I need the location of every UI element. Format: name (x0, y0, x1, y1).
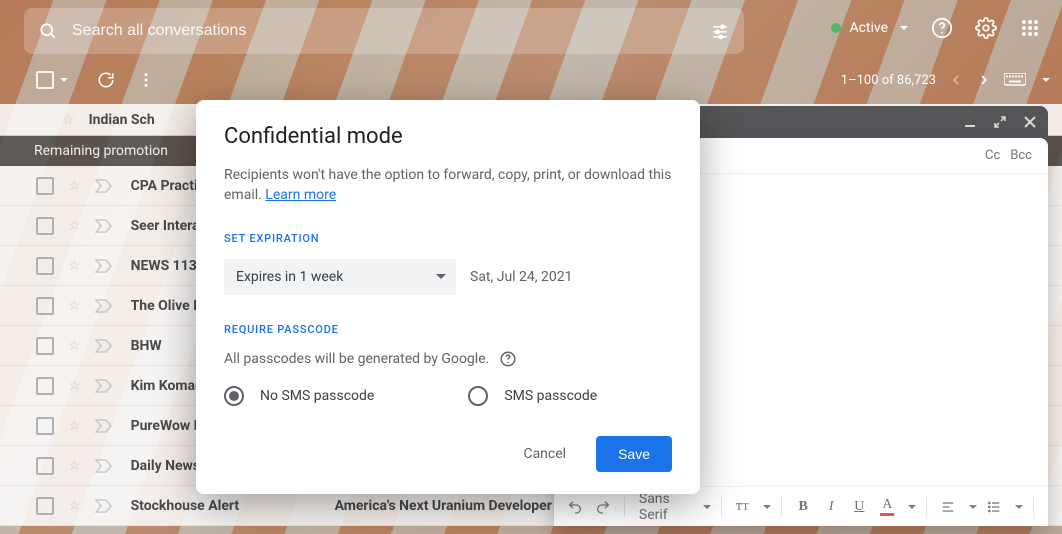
require-passcode-label: REQUIRE PASSCODE (224, 323, 672, 336)
save-button[interactable]: Save (596, 436, 672, 472)
passcode-note: All passcodes will be generated by Googl… (224, 351, 489, 367)
radio-sms-passcode[interactable]: SMS passcode (468, 386, 597, 406)
learn-more-link[interactable]: Learn more (265, 187, 336, 203)
dialog-title: Confidential mode (224, 124, 672, 149)
radio-icon (468, 386, 488, 406)
expiration-value: Expires in 1 week (236, 269, 343, 285)
radio-icon (224, 386, 244, 406)
radio-label: No SMS passcode (260, 388, 374, 404)
expiration-date: Sat, Jul 24, 2021 (470, 269, 573, 285)
radio-no-sms-passcode[interactable]: No SMS passcode (224, 386, 374, 406)
set-expiration-label: SET EXPIRATION (224, 232, 672, 245)
dialog-description: Recipients won't have the option to forw… (224, 165, 672, 206)
expiration-select[interactable]: Expires in 1 week (224, 259, 456, 295)
radio-label: SMS passcode (504, 388, 597, 404)
chevron-down-icon (436, 274, 446, 279)
help-icon[interactable] (499, 350, 517, 368)
cancel-button[interactable]: Cancel (515, 438, 574, 470)
confidential-mode-dialog: Confidential mode Recipients won't have … (196, 100, 700, 494)
